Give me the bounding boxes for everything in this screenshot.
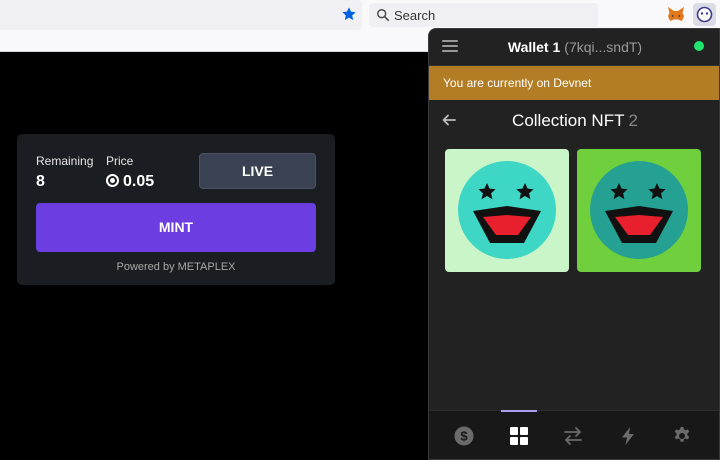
live-button[interactable]: LIVE bbox=[199, 153, 316, 189]
network-banner: You are currently on Devnet bbox=[429, 66, 719, 100]
grid-icon bbox=[510, 427, 528, 445]
wallet-tab-bar: $ bbox=[429, 410, 719, 459]
tab-collectibles[interactable] bbox=[490, 411, 548, 459]
wallet-extension-button[interactable] bbox=[693, 3, 716, 26]
wallet-address: (7kqi...sndT) bbox=[564, 39, 643, 55]
search-placeholder: Search bbox=[394, 8, 436, 23]
tab-settings[interactable] bbox=[653, 411, 711, 459]
bookmark-star-icon[interactable] bbox=[341, 6, 357, 22]
price-display: 0.05 bbox=[106, 173, 154, 191]
search-icon bbox=[377, 9, 390, 22]
url-bar[interactable] bbox=[0, 0, 362, 30]
powered-by-text: Powered by METAPLEX bbox=[116, 261, 236, 273]
nft-card-1[interactable] bbox=[445, 149, 569, 272]
metamask-fox-icon[interactable] bbox=[667, 6, 685, 23]
tab-swap[interactable] bbox=[544, 411, 602, 459]
gear-icon bbox=[674, 427, 690, 442]
wallet-title[interactable]: Wallet 1 (7kqi...sndT) bbox=[429, 39, 719, 55]
swap-icon bbox=[564, 427, 582, 445]
nft-card-2[interactable] bbox=[577, 149, 701, 272]
remaining-label: Remaining bbox=[36, 154, 94, 168]
mint-card: Remaining 8 Price 0.05 LIVE MINT Powered… bbox=[17, 134, 335, 285]
nft-image-2 bbox=[577, 149, 701, 272]
collection-title: Collection NFT 2 bbox=[429, 111, 719, 131]
tab-tokens[interactable]: $ bbox=[435, 411, 493, 459]
tab-activity[interactable] bbox=[599, 411, 657, 459]
search-box[interactable]: Search bbox=[369, 3, 598, 27]
price-label: Price bbox=[106, 154, 134, 168]
wallet-popup: Wallet 1 (7kqi...sndT) You are currently … bbox=[428, 28, 720, 460]
svg-text:$: $ bbox=[460, 429, 468, 444]
collection-count: 2 bbox=[628, 111, 638, 130]
remaining-value: 8 bbox=[36, 173, 45, 190]
wallet-header: Wallet 1 (7kqi...sndT) bbox=[429, 29, 719, 66]
lightning-icon bbox=[622, 427, 634, 445]
wallet-name: Wallet 1 bbox=[507, 39, 561, 55]
ghost-icon bbox=[696, 6, 713, 23]
collection-name: Collection NFT bbox=[512, 111, 625, 130]
mint-button[interactable]: MINT bbox=[36, 203, 316, 252]
price-value: 0.05 bbox=[123, 173, 155, 190]
nft-image-1 bbox=[445, 149, 569, 272]
solana-coin-icon bbox=[106, 174, 119, 187]
connection-status-dot bbox=[694, 41, 704, 51]
dollar-icon: $ bbox=[454, 426, 474, 446]
browser-toolbar: Search bbox=[0, 0, 720, 30]
